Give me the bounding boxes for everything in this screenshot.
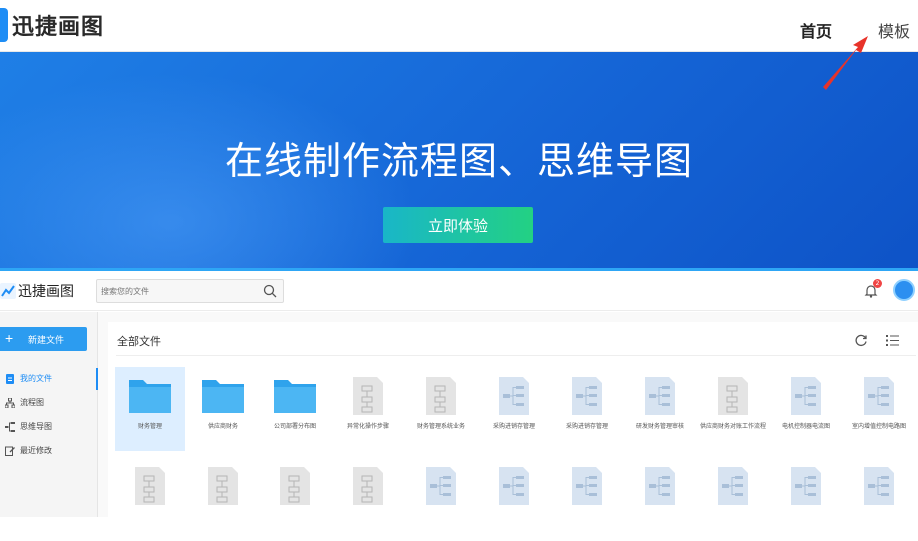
file-tile[interactable]: 电机控制器电流图 bbox=[771, 367, 841, 451]
file-tile[interactable] bbox=[552, 457, 622, 541]
flowchart-file-icon bbox=[426, 377, 456, 415]
file-tile[interactable]: 研发财务管理审核 bbox=[625, 367, 695, 451]
mindmap-file-icon bbox=[645, 467, 675, 505]
mindmap-file-icon bbox=[864, 377, 894, 415]
mindmap-icon bbox=[5, 422, 15, 432]
file-tile[interactable] bbox=[479, 457, 549, 541]
flowchart-icon bbox=[5, 398, 15, 408]
file-tile[interactable]: 供应商财务对账工作流程 bbox=[698, 367, 768, 451]
file-name: 研发财务管理审核 bbox=[635, 423, 684, 430]
sidebar-item-label: 思维导图 bbox=[20, 422, 52, 431]
site-brand: 迅捷画图 bbox=[12, 15, 105, 40]
panel-divider bbox=[116, 355, 916, 356]
new-file-label: 新建文件 bbox=[28, 334, 65, 345]
sidebar-item-flowchart[interactable]: 流程图 bbox=[0, 392, 98, 414]
file-tile[interactable] bbox=[115, 457, 185, 541]
flowchart-file-icon bbox=[353, 467, 383, 505]
plus-icon: + bbox=[5, 330, 14, 346]
file-tile[interactable] bbox=[333, 457, 403, 541]
file-tile[interactable] bbox=[188, 457, 258, 541]
mindmap-file-icon bbox=[572, 377, 602, 415]
file-name: 电机控制器电流图 bbox=[781, 423, 830, 430]
file-tile[interactable]: 室内增值控制电路图 bbox=[844, 367, 914, 451]
mindmap-file-icon bbox=[791, 467, 821, 505]
site-logo[interactable]: 迅捷画图 bbox=[0, 8, 104, 42]
app-logo[interactable]: 迅捷画图 bbox=[0, 281, 74, 301]
panel-title: 全部文件 bbox=[117, 335, 161, 348]
mindmap-file-icon bbox=[645, 377, 675, 415]
sidebar-item-label: 流程图 bbox=[20, 398, 44, 407]
sidebar-item-label: 最近修改 bbox=[20, 446, 52, 455]
file-name: 采购进销存管理 bbox=[492, 423, 535, 430]
file-tile[interactable] bbox=[771, 457, 841, 541]
file-tile[interactable] bbox=[844, 457, 914, 541]
file-name: 采购进销存管理 bbox=[565, 423, 608, 430]
file-panel: 全部文件 财务管理 供应商财务 公司部署分布图 异常化操作步骤 财务管理系统业务 采购进销… bbox=[108, 322, 918, 522]
mindmap-file-icon bbox=[499, 377, 529, 415]
folder-icon bbox=[274, 380, 316, 413]
file-tile[interactable]: 财务管理系统业务 bbox=[406, 367, 476, 451]
mindmap-file-icon bbox=[791, 377, 821, 415]
mindmap-file-icon bbox=[718, 467, 748, 505]
flowchart-file-icon bbox=[718, 377, 748, 415]
sidebar-item-mindmap[interactable]: 思维导图 bbox=[0, 416, 98, 438]
search-icon[interactable] bbox=[263, 284, 277, 298]
file-name: 财务管理 bbox=[137, 423, 162, 430]
user-avatar[interactable] bbox=[893, 279, 915, 301]
flowchart-file-icon bbox=[280, 467, 310, 505]
file-tile[interactable] bbox=[698, 457, 768, 541]
file-name: 供应商财务 bbox=[207, 423, 238, 430]
logo-mark-icon bbox=[0, 8, 8, 42]
sidebar-item-label: 我的文件 bbox=[20, 374, 52, 383]
hero-banner: 在线制作流程图、思维导图 立即体验 bbox=[0, 52, 918, 268]
new-file-button[interactable]: + 新建文件 bbox=[0, 327, 87, 351]
folder-icon bbox=[129, 380, 171, 413]
recent-edit-icon bbox=[5, 446, 15, 456]
file-tile[interactable]: 财务管理 bbox=[115, 367, 185, 451]
app-brand: 迅捷画图 bbox=[18, 284, 74, 300]
sidebar-item-my-files[interactable]: 我的文件 bbox=[0, 368, 99, 390]
file-tile[interactable]: 采购进销存管理 bbox=[479, 367, 549, 451]
app-header: 迅捷画图 2 bbox=[0, 271, 918, 311]
file-name: 异常化操作步骤 bbox=[346, 423, 389, 430]
nav-templates-link[interactable]: 模板 bbox=[878, 18, 910, 42]
file-name: 供应商财务对账工作流程 bbox=[699, 423, 766, 430]
search-input[interactable] bbox=[101, 283, 251, 299]
flowchart-file-icon bbox=[135, 467, 165, 505]
file-tile[interactable] bbox=[260, 457, 330, 541]
mindmap-file-icon bbox=[426, 467, 456, 505]
file-name: 公司部署分布图 bbox=[273, 423, 316, 430]
search-box bbox=[96, 279, 284, 303]
list-view-icon[interactable] bbox=[886, 334, 899, 347]
app-logo-icon bbox=[0, 283, 16, 299]
file-name: 室内增值控制电路图 bbox=[851, 423, 906, 430]
file-tile[interactable]: 供应商财务 bbox=[188, 367, 258, 451]
file-name: 财务管理系统业务 bbox=[416, 423, 465, 430]
document-icon bbox=[6, 374, 14, 384]
sidebar-item-recent[interactable]: 最近修改 bbox=[0, 440, 98, 462]
mindmap-file-icon bbox=[572, 467, 602, 505]
flowchart-file-icon bbox=[353, 377, 383, 415]
flowchart-file-icon bbox=[208, 467, 238, 505]
file-tile[interactable] bbox=[406, 457, 476, 541]
file-tile[interactable]: 公司部署分布图 bbox=[260, 367, 330, 451]
mindmap-file-icon bbox=[864, 467, 894, 505]
file-tile[interactable]: 采购进销存管理 bbox=[552, 367, 622, 451]
nav-home-link[interactable]: 首页 bbox=[800, 18, 832, 42]
notification-badge: 2 bbox=[873, 279, 882, 288]
file-tile[interactable] bbox=[625, 457, 695, 541]
main-area: 全部文件 财务管理 供应商财务 公司部署分布图 异常化操作步骤 财务管理系统业务 采购进销… bbox=[98, 312, 918, 522]
notification-button[interactable]: 2 bbox=[864, 279, 882, 302]
try-now-button[interactable]: 立即体验 bbox=[383, 207, 533, 243]
hero-title: 在线制作流程图、思维导图 bbox=[224, 139, 693, 183]
mindmap-file-icon bbox=[499, 467, 529, 505]
refresh-icon[interactable] bbox=[855, 334, 868, 347]
file-tile[interactable]: 异常化操作步骤 bbox=[333, 367, 403, 451]
site-header: 迅捷画图 首页 模板 bbox=[0, 0, 918, 52]
folder-icon bbox=[202, 380, 244, 413]
sidebar: + 新建文件 我的文件 流程图 思维导图 最近修改 bbox=[0, 312, 99, 517]
